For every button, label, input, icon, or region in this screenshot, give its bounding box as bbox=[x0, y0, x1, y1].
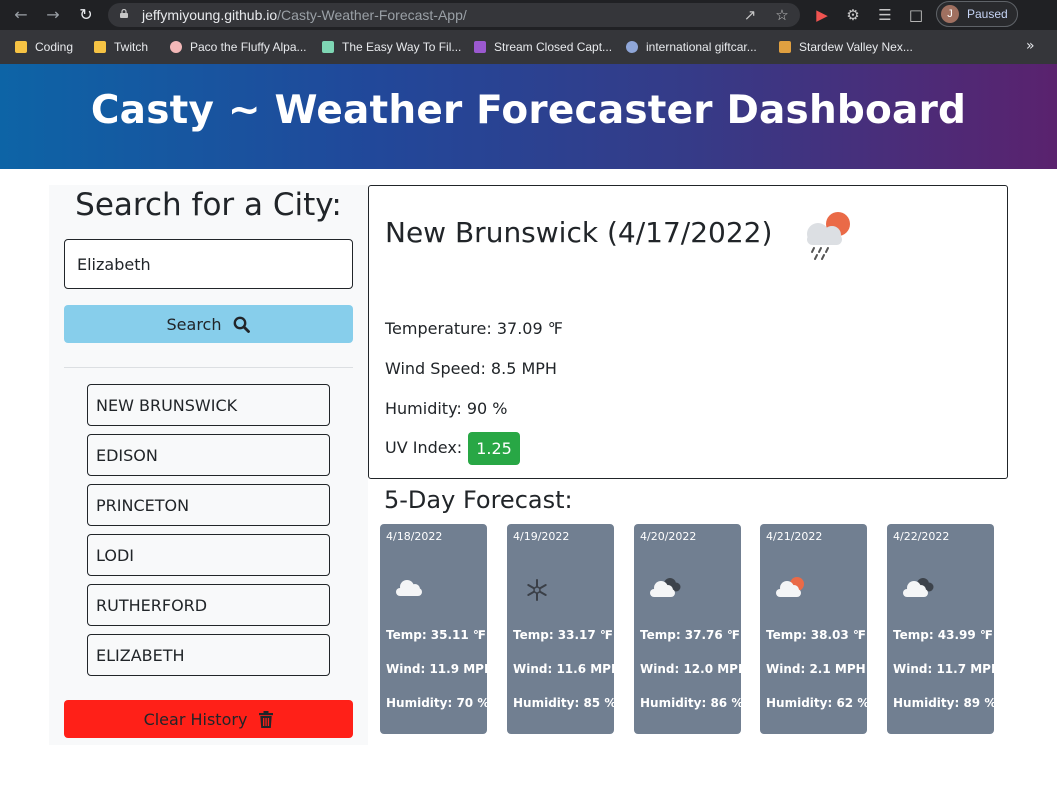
forecast-temp: Temp: 37.76 ℉ bbox=[640, 628, 740, 642]
share-icon[interactable]: ↗ bbox=[741, 6, 759, 24]
reload-icon[interactable]: ↻ bbox=[76, 5, 96, 25]
current-temperature: Temperature: 37.09 ℉ bbox=[385, 319, 563, 338]
forecast-heading: 5-Day Forecast: bbox=[384, 486, 573, 514]
forecast-humidity: Humidity: 86 % bbox=[640, 696, 744, 710]
uv-badge: 1.25 bbox=[468, 432, 520, 465]
partly-cloudy-icon bbox=[776, 577, 804, 597]
bookmark-item[interactable]: Stardew Valley Nex... bbox=[779, 38, 913, 56]
forecast-humidity: Humidity: 85 % bbox=[513, 696, 617, 710]
forecast-card: 4/22/2022 Temp: 43.99 ℉ Wind: 11.7 MPH H… bbox=[887, 524, 1001, 734]
more-bookmarks-icon[interactable]: » bbox=[1026, 38, 1035, 54]
forecast-date: 4/18/2022 bbox=[386, 530, 443, 543]
forecast-card: 4/18/2022 Temp: 35.11 ℉ Wind: 11.9 MPH H… bbox=[380, 524, 494, 734]
profile-button[interactable]: J Paused bbox=[936, 1, 1018, 27]
current-humidity: Humidity: 90 % bbox=[385, 399, 508, 418]
search-button-label: Search bbox=[166, 314, 222, 334]
search-icon bbox=[234, 316, 251, 333]
forecast-wind: Wind: 11.6 MPH bbox=[513, 662, 622, 676]
snowflake-icon bbox=[527, 579, 547, 601]
forecast-humidity: Humidity: 70 % bbox=[386, 696, 490, 710]
forecast-date: 4/19/2022 bbox=[513, 530, 570, 543]
forecast-temp: Temp: 35.11 ℉ bbox=[386, 628, 486, 642]
history-item[interactable]: RUTHERFORD bbox=[87, 584, 330, 626]
bookmark-item[interactable]: international giftcar... bbox=[626, 38, 757, 56]
forecast-card: 4/20/2022 Temp: 37.76 ℉ Wind: 12.0 MPH H… bbox=[634, 524, 748, 734]
bookmark-item[interactable]: Twitch bbox=[94, 38, 148, 56]
browser-toolbar: ← → ↻ jeffymiyoung.github.io/Casty-Weath… bbox=[0, 0, 1057, 30]
trash-icon bbox=[259, 710, 274, 728]
lock-icon bbox=[120, 9, 128, 18]
history-item[interactable]: LODI bbox=[87, 534, 330, 576]
clear-history-label: Clear History bbox=[143, 709, 248, 729]
current-city-date: New Brunswick (4/17/2022) bbox=[385, 216, 773, 249]
bookmarks-bar: Coding Twitch Paco the Fluffy Alpa... Th… bbox=[0, 30, 1057, 64]
forecast-date: 4/20/2022 bbox=[640, 530, 697, 543]
extensions-puzzle-icon[interactable]: ⚙ bbox=[843, 5, 863, 25]
avatar: J bbox=[941, 5, 959, 23]
history-item[interactable]: PRINCETON bbox=[87, 484, 330, 526]
history-item[interactable]: EDISON bbox=[87, 434, 330, 476]
forecast-humidity: Humidity: 62 % bbox=[766, 696, 870, 710]
forecast-wind: Wind: 11.7 MPH bbox=[893, 662, 1002, 676]
forecast-date: 4/22/2022 bbox=[893, 530, 950, 543]
forecast-temp: Temp: 38.03 ℉ bbox=[766, 628, 866, 642]
search-sidebar: Search for a City: Search NEW BRUNSWICK … bbox=[49, 185, 368, 745]
search-heading: Search for a City: bbox=[75, 187, 342, 223]
clear-history-button[interactable]: Clear History bbox=[64, 700, 353, 738]
broken-clouds-icon bbox=[903, 578, 934, 597]
bookmark-item[interactable]: Coding bbox=[15, 38, 73, 56]
back-arrow-icon[interactable]: ← bbox=[11, 5, 31, 25]
divider bbox=[64, 367, 353, 368]
forecast-wind: Wind: 11.9 MPH bbox=[386, 662, 495, 676]
alpaca-favicon bbox=[170, 41, 182, 53]
stream-favicon bbox=[474, 41, 486, 53]
forward-arrow-icon[interactable]: → bbox=[43, 5, 63, 25]
forecast-date: 4/21/2022 bbox=[766, 530, 823, 543]
forecast-card: 4/21/2022 Temp: 38.03 ℉ Wind: 2.1 MPH Hu… bbox=[760, 524, 870, 734]
broken-clouds-icon bbox=[650, 578, 681, 597]
forecast-wind: Wind: 12.0 MPH bbox=[640, 662, 749, 676]
current-wind: Wind Speed: 8.5 MPH bbox=[385, 359, 557, 378]
cloud-icon bbox=[396, 580, 422, 596]
history-item[interactable]: NEW BRUNSWICK bbox=[87, 384, 330, 426]
forecast-temp: Temp: 43.99 ℉ bbox=[893, 628, 993, 642]
current-weather-card: New Brunswick (4/17/2022) Temperature: 3… bbox=[368, 185, 1008, 479]
extension-video-icon[interactable]: ▶ bbox=[812, 5, 832, 25]
address-bar[interactable]: jeffymiyoung.github.io/Casty-Weather-For… bbox=[108, 3, 800, 27]
bookmark-item[interactable]: Stream Closed Capt... bbox=[474, 38, 612, 56]
forecast-humidity: Humidity: 89 % bbox=[893, 696, 997, 710]
bookmark-star-icon[interactable]: ☆ bbox=[773, 6, 791, 24]
history-item[interactable]: ELIZABETH bbox=[87, 634, 330, 676]
url-text[interactable]: jeffymiyoung.github.io/Casty-Weather-For… bbox=[142, 7, 467, 23]
bookmark-item[interactable]: The Easy Way To Fil... bbox=[322, 38, 461, 56]
current-uv: UV Index: 1.25 bbox=[385, 432, 520, 465]
bird-favicon bbox=[626, 41, 638, 53]
folder-icon bbox=[94, 41, 106, 53]
rain-sun-icon bbox=[807, 212, 850, 260]
profile-status: Paused bbox=[967, 7, 1008, 21]
page-title: Casty ~ Weather Forecaster Dashboard bbox=[90, 88, 967, 133]
folder-icon bbox=[15, 41, 27, 53]
side-panel-icon[interactable]: □ bbox=[906, 5, 926, 25]
puzzle-favicon bbox=[322, 41, 334, 53]
page-header: Casty ~ Weather Forecaster Dashboard bbox=[0, 64, 1057, 169]
nexus-favicon bbox=[779, 41, 791, 53]
forecast-temp: Temp: 33.17 ℉ bbox=[513, 628, 613, 642]
uv-label: UV Index: bbox=[385, 438, 463, 457]
city-search-input[interactable] bbox=[64, 239, 353, 289]
forecast-card: 4/19/2022 Temp: 33.17 ℉ Wind: 11.6 MPH H… bbox=[507, 524, 621, 734]
search-button[interactable]: Search bbox=[64, 305, 353, 343]
bookmark-item[interactable]: Paco the Fluffy Alpa... bbox=[170, 38, 307, 56]
forecast-wind: Wind: 2.1 MPH bbox=[766, 662, 866, 676]
media-queue-icon[interactable]: ☰ bbox=[875, 5, 895, 25]
